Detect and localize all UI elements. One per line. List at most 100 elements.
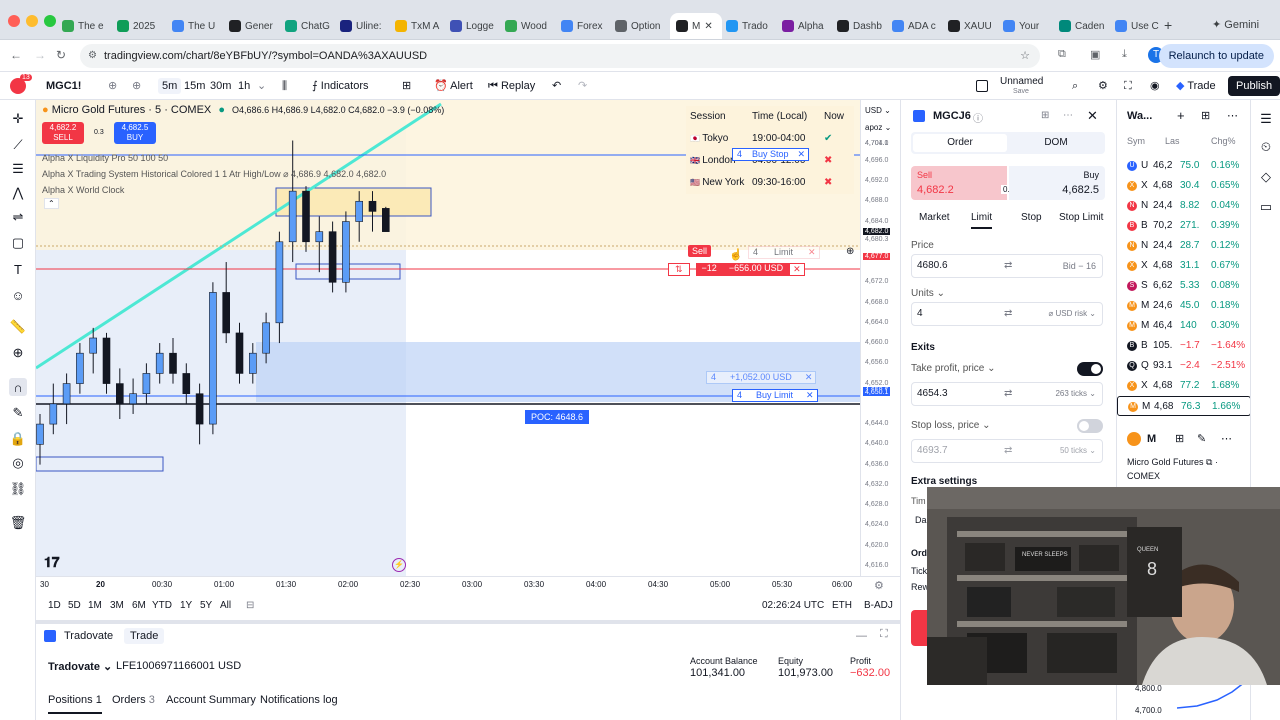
watchlist-more-icon[interactable]: ⋯: [1227, 109, 1238, 122]
risk-selector[interactable]: ⌀ USD risk ⌄: [1048, 303, 1096, 325]
emoji-icon[interactable]: ☺: [9, 286, 27, 304]
more-options-icon[interactable]: ⋯: [1063, 110, 1073, 121]
legend-title[interactable]: Micro Gold Futures · 5 · COMEX: [52, 104, 212, 116]
orders-tab[interactable]: Orders 3: [112, 694, 155, 706]
layers-rail-icon[interactable]: ◇: [1257, 168, 1275, 186]
symbol-search[interactable]: MGC1!: [46, 78, 81, 94]
cursor-icon[interactable]: ✛: [9, 110, 27, 128]
col-last[interactable]: Las: [1165, 136, 1180, 146]
indicator-item[interactable]: Alpha X World Clock: [42, 182, 386, 198]
browser-tab[interactable]: Alpha: [782, 13, 834, 39]
replay-button[interactable]: ⏮ Replay: [488, 78, 535, 94]
broker-tab[interactable]: Tradovate: [64, 630, 113, 642]
text-icon[interactable]: T: [9, 260, 27, 278]
candle-body[interactable]: [328, 231, 337, 283]
account-id[interactable]: LFE1006971166001 USD: [116, 660, 241, 672]
layout-checkbox[interactable]: [976, 80, 988, 92]
candle-body[interactable]: [195, 393, 204, 425]
dom-tab[interactable]: DOM: [1009, 134, 1103, 152]
settings-gear-icon[interactable]: ⚙: [1098, 78, 1108, 94]
symbol-add-icon[interactable]: ⊕: [108, 78, 117, 94]
candle-type-icon[interactable]: ⫼: [282, 78, 287, 94]
units-label[interactable]: Units ⌄: [911, 288, 945, 299]
close-position-icon[interactable]: ✕: [789, 263, 805, 276]
pencil-lock-icon[interactable]: ✎: [9, 404, 27, 422]
projection-icon[interactable]: ⇌: [9, 208, 27, 226]
watchlist-row[interactable]: M M 24,6 45.0 0.18%: [1117, 296, 1250, 316]
watchlist-row[interactable]: M M 46,4 140 0.30%: [1117, 316, 1250, 336]
tp-ticks-selector[interactable]: 263 ticks ⌄: [1055, 383, 1096, 405]
candle-body[interactable]: [381, 208, 390, 232]
watchlist-row[interactable]: M M 4,68 76.3 1.66%: [1117, 396, 1250, 416]
candle-body[interactable]: [102, 337, 111, 384]
close-panel-icon[interactable]: ✕: [1087, 108, 1098, 124]
limit-order-label[interactable]: 4 Limit ✕: [748, 246, 820, 259]
candle-body[interactable]: [129, 393, 137, 405]
fib-icon[interactable]: ☰: [9, 160, 27, 178]
browser-tab[interactable]: Gener: [229, 13, 281, 39]
url-field[interactable]: ⚙ tradingview.com/chart/8eYBFbUY/?symbol…: [80, 44, 1040, 68]
sidepanel-icon[interactable]: ▣: [1090, 48, 1100, 61]
cancel-order-icon[interactable]: ✕: [803, 390, 817, 401]
layout-name[interactable]: Unnamed: [1000, 76, 1043, 87]
detail-edit-icon[interactable]: ✎: [1197, 432, 1206, 445]
watchlist-row[interactable]: U U 46,2 75.0 0.16%: [1117, 156, 1250, 176]
lock-icon[interactable]: 🔒: [9, 430, 27, 448]
sell-order-tag[interactable]: Sell: [688, 245, 712, 257]
watchlist-row[interactable]: X X 4,68 30.4 0.65%: [1117, 176, 1250, 196]
new-tab-button[interactable]: +: [1164, 17, 1172, 33]
order-tab[interactable]: Order: [913, 134, 1007, 152]
forward-arrow-icon[interactable]: →: [34, 48, 46, 62]
col-chg[interactable]: Chg%: [1211, 136, 1236, 146]
candle-body[interactable]: [62, 383, 71, 405]
units-field[interactable]: 4 ⇄ ⌀ USD risk ⌄: [911, 302, 1103, 326]
lightning-icon[interactable]: ⚡: [392, 558, 406, 572]
minimize-panel-icon[interactable]: —: [856, 630, 867, 642]
indicators-button[interactable]: ⨍ Indicators: [312, 78, 369, 94]
time-in-force-value[interactable]: Da: [915, 515, 927, 525]
minimize-window-button[interactable]: [26, 15, 38, 27]
pattern-icon[interactable]: ⋀: [9, 184, 27, 202]
maximize-panel-icon[interactable]: ⛶: [880, 628, 888, 641]
utc-clock[interactable]: 02:26:24 UTC: [762, 600, 824, 611]
col-symbol[interactable]: Sym: [1127, 136, 1145, 146]
buy-limit-order-label[interactable]: 4 Buy Limit ✕: [732, 389, 818, 402]
interval-5m[interactable]: 5m: [158, 78, 182, 94]
watchlist-layout-icon[interactable]: ⊞: [1201, 109, 1210, 122]
ruler-icon[interactable]: 📏: [9, 318, 27, 336]
range-button[interactable]: 1D: [48, 600, 61, 611]
watchlist-row[interactable]: X X 4,68 77.2 1.68%: [1117, 376, 1250, 396]
undo-icon[interactable]: ↶: [552, 78, 561, 94]
date-range-icon[interactable]: ⊟: [246, 600, 254, 611]
price-axis[interactable]: USD ⌄ apoz ⌄ 4,704.0 4,701.1 4,696.0 4,692.…: [860, 100, 900, 576]
detail-symbol[interactable]: M: [1147, 433, 1156, 445]
range-button[interactable]: 3M: [110, 600, 124, 611]
browser-tab[interactable]: The U: [172, 13, 224, 39]
candle-body[interactable]: [155, 352, 164, 374]
cancel-order-icon[interactable]: ✕: [795, 149, 809, 160]
range-button[interactable]: All: [220, 600, 231, 611]
browser-tab[interactable]: Wood: [505, 13, 557, 39]
browser-tab[interactable]: Logge: [450, 13, 502, 39]
trade-button[interactable]: ◆ Trade: [1176, 78, 1216, 94]
chart-pane[interactable]: ● Micro Gold Futures · 5 · COMEX ● O4,68…: [36, 100, 860, 576]
link-icon[interactable]: ⛓: [9, 480, 27, 498]
range-button[interactable]: 6M: [132, 600, 146, 611]
reverse-position-icon[interactable]: ⇅: [668, 263, 690, 276]
browser-tab[interactable]: Caden: [1059, 13, 1111, 39]
adjust-toggle[interactable]: B-ADJ: [864, 600, 893, 611]
broker-selector[interactable]: Tradovate ⌄: [48, 660, 112, 673]
browser-tab[interactable]: Option: [615, 13, 667, 39]
fullscreen-icon[interactable]: ⛶: [1124, 78, 1132, 94]
candle-body[interactable]: [169, 352, 177, 374]
info-icon[interactable]: ⓘ: [973, 110, 983, 125]
sell-side-button[interactable]: Sell 4,682.2: [911, 166, 1007, 200]
watchlist-rail-icon[interactable]: ☰: [1257, 110, 1275, 128]
back-arrow-icon[interactable]: ←: [10, 48, 22, 62]
swap-icon[interactable]: ⇄: [1004, 255, 1012, 277]
notifications-log-tab[interactable]: Notifications log: [260, 694, 338, 706]
interval-dropdown-icon[interactable]: ⌄: [257, 78, 266, 94]
shapes-icon[interactable]: ▢: [9, 234, 27, 252]
stop-type-tab[interactable]: Stop: [1021, 212, 1042, 223]
interval-1h[interactable]: 1h: [238, 78, 250, 94]
